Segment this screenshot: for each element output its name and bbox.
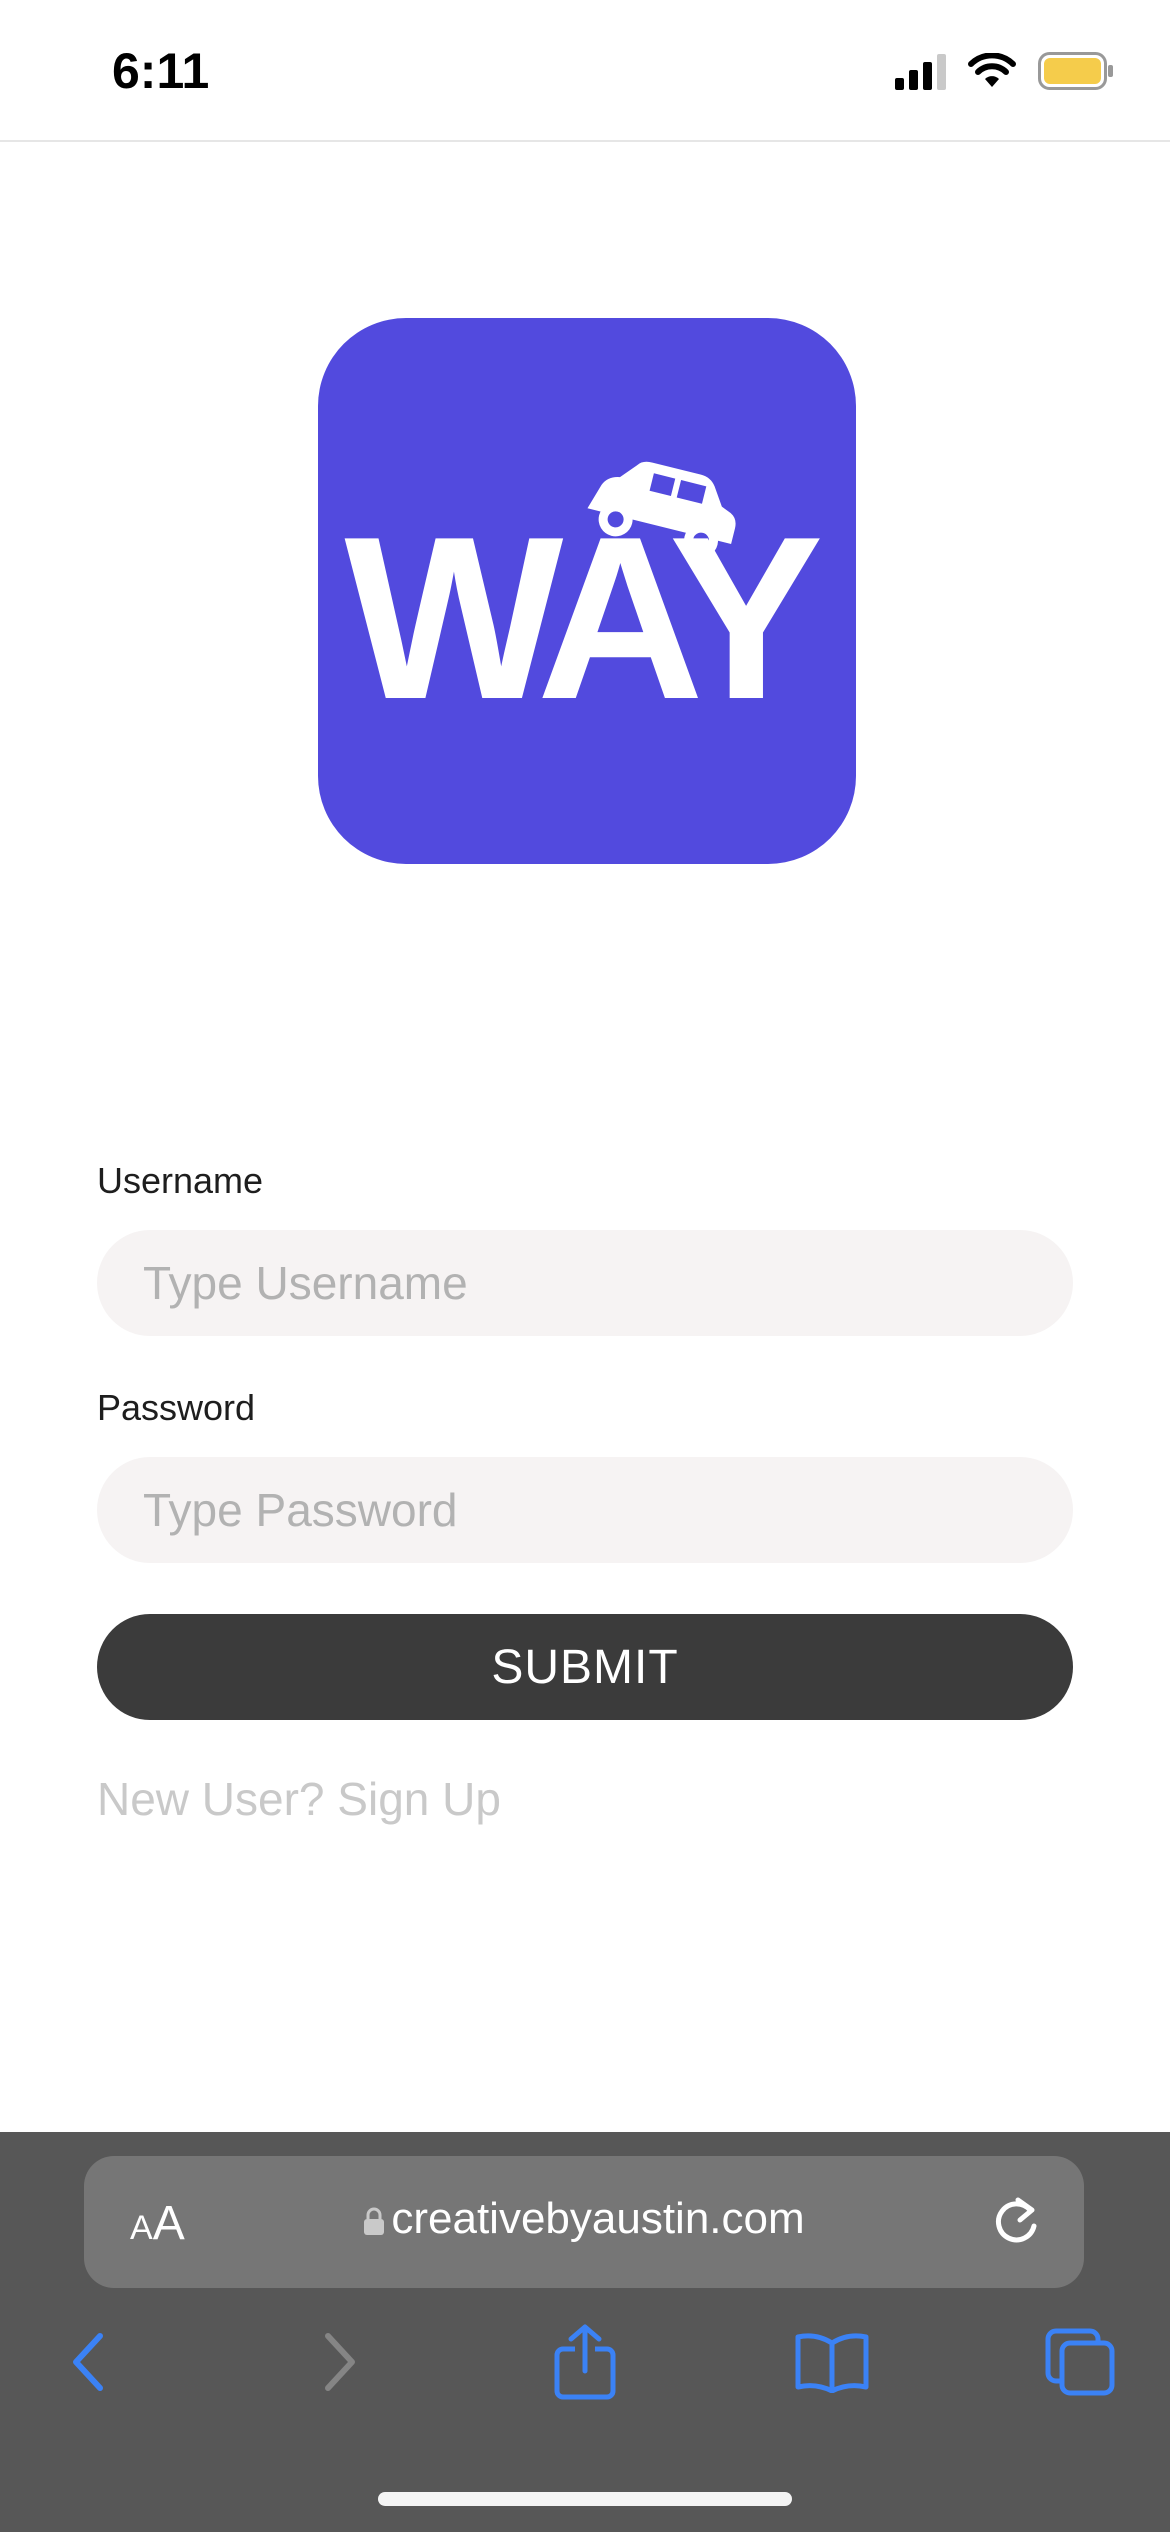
browser-toolbar xyxy=(0,2312,1170,2432)
password-label: Password xyxy=(97,1387,256,1428)
reload-icon[interactable] xyxy=(990,2192,1046,2252)
app-logo: WAY xyxy=(318,318,856,864)
svg-text:WAY: WAY xyxy=(344,489,819,748)
url-container: creativebyaustin.com xyxy=(84,2194,1084,2244)
browser-bottom-bar: AA creativebyaustin.com xyxy=(0,2132,1170,2532)
status-bar: 6:11 xyxy=(0,0,1170,142)
chevron-right-icon xyxy=(325,2333,355,2391)
signup-link[interactable]: New User? Sign Up xyxy=(97,1772,501,1826)
tabs-icon xyxy=(1045,2328,1115,2396)
status-time: 6:11 xyxy=(112,43,210,99)
submit-button[interactable]: SUBMIT xyxy=(97,1614,1073,1720)
cellular-signal-icon xyxy=(895,52,946,90)
share-icon xyxy=(554,2324,616,2400)
home-indicator xyxy=(378,2492,792,2506)
forward-button[interactable] xyxy=(300,2312,380,2412)
tabs-button[interactable] xyxy=(1040,2312,1120,2412)
wifi-icon xyxy=(968,53,1016,87)
battery-icon xyxy=(1038,52,1113,90)
chevron-left-icon xyxy=(73,2333,103,2391)
address-bar[interactable]: AA creativebyaustin.com xyxy=(84,2156,1084,2288)
lock-icon xyxy=(364,2207,385,2236)
username-label: Username xyxy=(97,1160,264,1201)
book-icon xyxy=(795,2333,869,2393)
bookmarks-button[interactable] xyxy=(792,2312,872,2412)
status-icons xyxy=(895,52,1114,90)
url-text: creativebyaustin.com xyxy=(391,2194,805,2243)
back-button[interactable] xyxy=(48,2312,128,2412)
password-input[interactable] xyxy=(97,1457,1073,1563)
username-input[interactable] xyxy=(97,1230,1073,1336)
share-button[interactable] xyxy=(545,2312,625,2412)
